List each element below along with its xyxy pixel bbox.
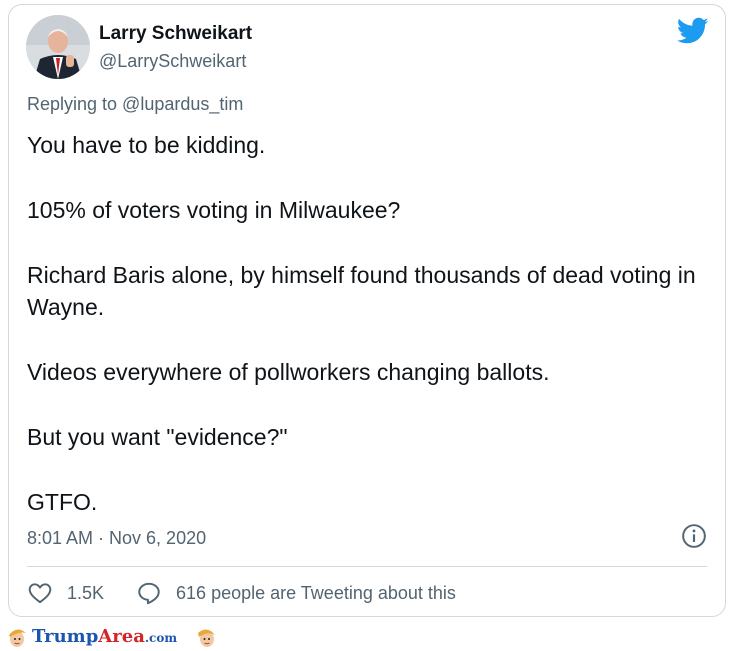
like-button[interactable]: 1.5K bbox=[27, 580, 104, 606]
avatar-image bbox=[26, 15, 90, 79]
avatar[interactable] bbox=[26, 15, 90, 79]
tweet-paragraph: You have to be kidding. bbox=[27, 132, 266, 158]
replying-to[interactable]: Replying to @lupardus_tim bbox=[27, 94, 243, 115]
tweet-paragraph: 105% of voters voting in Milwaukee? bbox=[27, 197, 401, 223]
tweet-timestamp[interactable]: 8:01 AM · Nov 6, 2020 bbox=[27, 528, 206, 549]
watermark-part3: .com bbox=[144, 631, 178, 645]
tweet-card: Larry Schweikart @LarrySchweikart Replyi… bbox=[8, 4, 726, 617]
author-handle[interactable]: @LarrySchweikart bbox=[99, 51, 246, 72]
mascot-icon bbox=[9, 629, 26, 647]
tweet-paragraph: Richard Baris alone, by himself found th… bbox=[27, 262, 696, 320]
author-name[interactable]: Larry Schweikart bbox=[99, 23, 252, 45]
divider bbox=[27, 566, 707, 567]
mascot-icon bbox=[198, 629, 215, 647]
speech-bubble-icon bbox=[138, 582, 160, 605]
watermark-logo: TrumpArea.com bbox=[32, 626, 177, 647]
info-icon[interactable] bbox=[681, 523, 707, 549]
twitter-bird-icon[interactable] bbox=[677, 17, 709, 45]
watermark-bar: TrumpArea.com bbox=[0, 623, 740, 651]
tweet-paragraph: Videos everywhere of pollworkers changin… bbox=[27, 359, 550, 385]
heart-icon bbox=[28, 583, 52, 604]
tweet-text: You have to be kidding. 105% of voters v… bbox=[27, 129, 707, 551]
conversation-button[interactable]: 616 people are Tweeting about this bbox=[136, 580, 456, 606]
tweet-paragraph: GTFO. bbox=[27, 489, 98, 515]
tweet-paragraph: But you want "evidence?" bbox=[27, 424, 288, 450]
tweet-actions: 1.5K 616 people are Tweeting about this bbox=[27, 580, 456, 606]
conversation-text: 616 people are Tweeting about this bbox=[176, 582, 456, 603]
watermark-part1: Trump bbox=[32, 626, 99, 647]
like-count: 1.5K bbox=[67, 582, 105, 603]
watermark-part2: Area bbox=[98, 626, 145, 647]
